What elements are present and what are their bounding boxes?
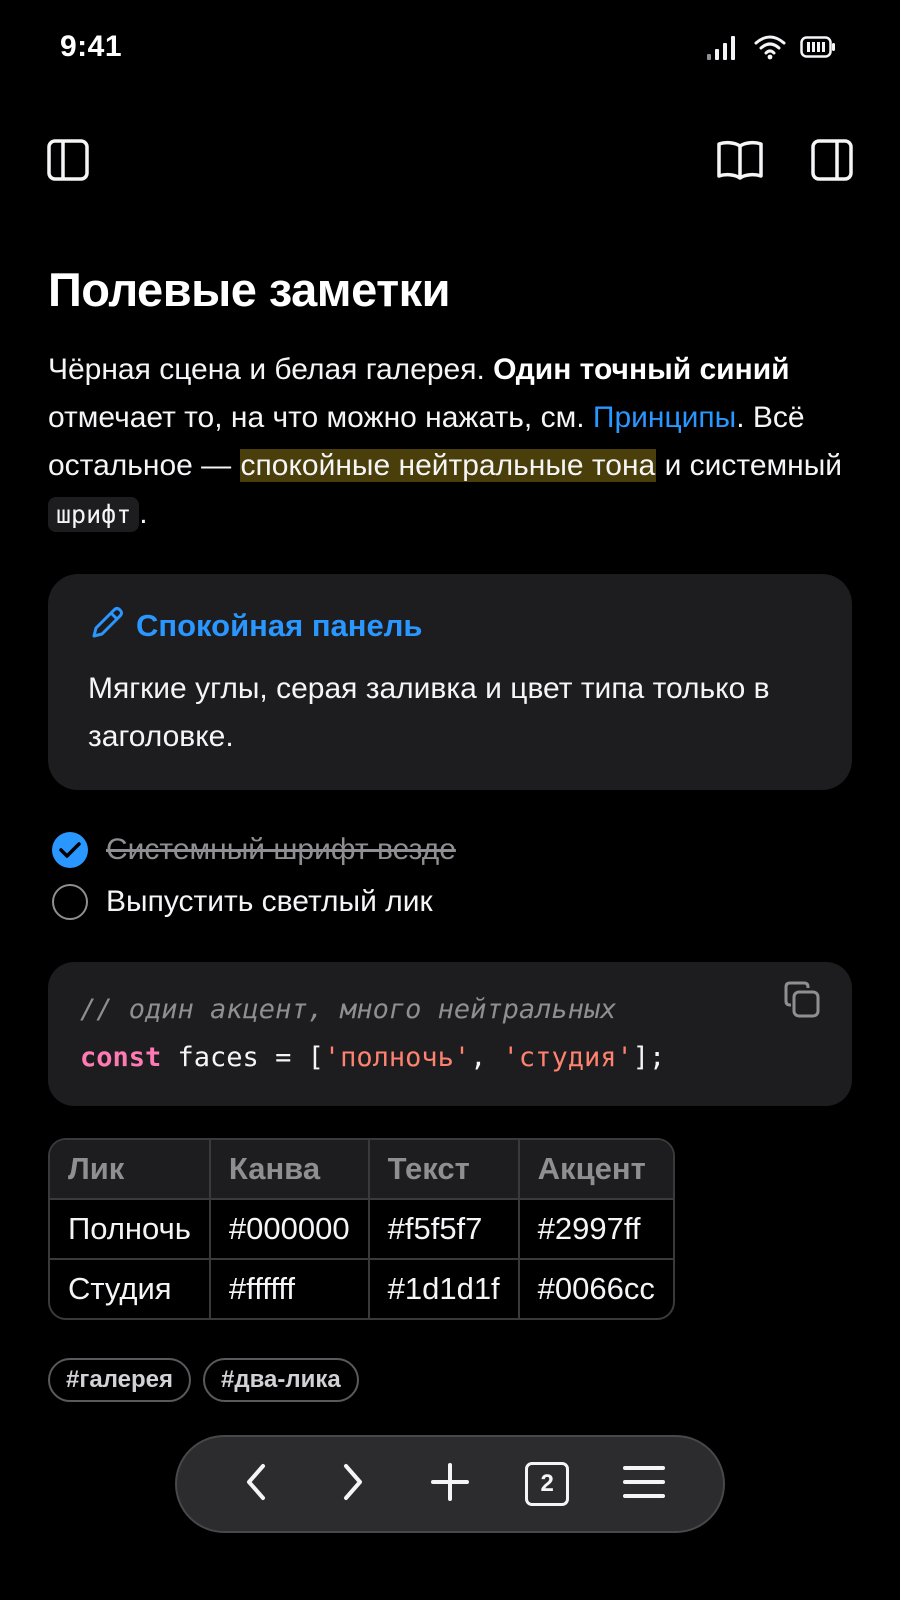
sidebar-right-icon <box>810 138 854 187</box>
sidebar-toggle-button[interactable] <box>44 138 92 186</box>
callout-title: Спокойная панель <box>136 607 423 643</box>
table-header: Лик <box>50 1140 211 1200</box>
intro-text: . <box>139 497 148 530</box>
intro-bold: Один точный синий <box>493 353 790 386</box>
code-block: // один акцент, много нейтральных const … <box>48 962 852 1106</box>
intro-text: Чёрная сцена и белая галерея. <box>48 353 494 386</box>
code-string: 'полночь' <box>323 1042 471 1073</box>
table-header: Текст <box>367 1140 520 1200</box>
reader-book-icon <box>716 138 764 187</box>
new-tab-button[interactable] <box>418 1452 482 1516</box>
battery-icon <box>800 36 836 63</box>
reader-button[interactable] <box>716 138 764 186</box>
forward-icon <box>338 1462 368 1507</box>
color-table: Лик Канва Текст Акцент Полночь #000000 #… <box>48 1138 675 1320</box>
intro-text: и системный <box>656 449 843 482</box>
copy-code-button[interactable] <box>780 981 824 1030</box>
code-separator: , <box>470 1042 503 1073</box>
table-cell: #f5f5f7 <box>367 1198 520 1260</box>
code-keyword: const <box>80 1042 162 1073</box>
status-time: 9:41 <box>60 30 123 63</box>
callout-body: Мягкие углы, серая заливка и цвет типа т… <box>88 672 770 753</box>
copy-icon <box>782 980 822 1036</box>
task-label: Выпустить светлый лик <box>106 885 433 918</box>
sidebar-left-icon <box>46 138 90 187</box>
intro-highlight: спокойные нейтральные тона <box>239 449 657 482</box>
table-cell: #0066cc <box>517 1258 673 1318</box>
table-row: Студия #ffffff #1d1d1f #0066cc <box>50 1258 673 1318</box>
task-item: Выпустить светлый лик <box>52 884 433 920</box>
checkbox-unchecked[interactable] <box>52 884 88 920</box>
table-cell: Полночь <box>50 1198 211 1260</box>
tag-chip[interactable]: #галерея <box>48 1358 191 1402</box>
table-cell: #000000 <box>208 1198 370 1260</box>
task-item: Системный шрифт везде <box>52 832 456 868</box>
table-header: Канва <box>208 1140 370 1200</box>
code-comment: // один акцент, много нейтральных <box>80 994 617 1025</box>
callout-panel: Спокойная панель Мягкие углы, серая зали… <box>48 574 852 790</box>
pencil-icon <box>88 604 126 647</box>
tabs-button[interactable]: 2 <box>515 1452 579 1516</box>
intro-paragraph: Чёрная сцена и белая галерея. Один точны… <box>48 346 868 539</box>
table-cell: #ffffff <box>208 1258 370 1318</box>
page-title: Полевые заметки <box>48 263 451 316</box>
table-header-row: Лик Канва Текст Акцент <box>50 1140 673 1200</box>
task-label: Системный шрифт везде <box>106 833 456 866</box>
code-string: 'студия' <box>502 1042 633 1073</box>
callout-header: Спокойная панель <box>88 604 812 647</box>
cellular-signal-icon <box>706 34 740 65</box>
new-tab-icon <box>430 1462 470 1507</box>
code-end: ]; <box>632 1042 666 1073</box>
principles-link[interactable]: Принципы <box>593 401 736 434</box>
tag-chip[interactable]: #два-лика <box>202 1358 359 1402</box>
tag-list: #галерея #два-лика <box>48 1358 359 1402</box>
bottom-toolbar: 2 <box>175 1435 725 1533</box>
table-cell: #2997ff <box>517 1198 673 1260</box>
inline-code: шрифт <box>48 497 140 532</box>
tabs-icon: 2 <box>525 1462 570 1506</box>
inspector-toggle-button[interactable] <box>808 138 856 186</box>
status-icons <box>706 34 836 65</box>
menu-icon <box>623 1464 666 1505</box>
code-line: const faces = ['полночь', 'студия']; <box>80 1034 820 1082</box>
table-cell: Студия <box>50 1258 211 1318</box>
checkmark-icon <box>59 842 81 858</box>
back-icon <box>241 1462 271 1507</box>
intro-text: отмечает то, на что можно нажать, см. <box>48 401 593 434</box>
menu-button[interactable] <box>612 1452 676 1516</box>
wifi-icon <box>754 34 786 65</box>
table-cell: #1d1d1f <box>367 1258 520 1318</box>
checkbox-checked[interactable] <box>52 832 88 868</box>
table-row: Полночь #000000 #f5f5f7 #2997ff <box>50 1198 673 1260</box>
code-identifier: faces = [ <box>161 1042 324 1073</box>
table-header: Акцент <box>517 1140 673 1200</box>
checkbox-wrap <box>52 884 88 920</box>
back-button[interactable] <box>224 1452 288 1516</box>
forward-button[interactable] <box>321 1452 385 1516</box>
